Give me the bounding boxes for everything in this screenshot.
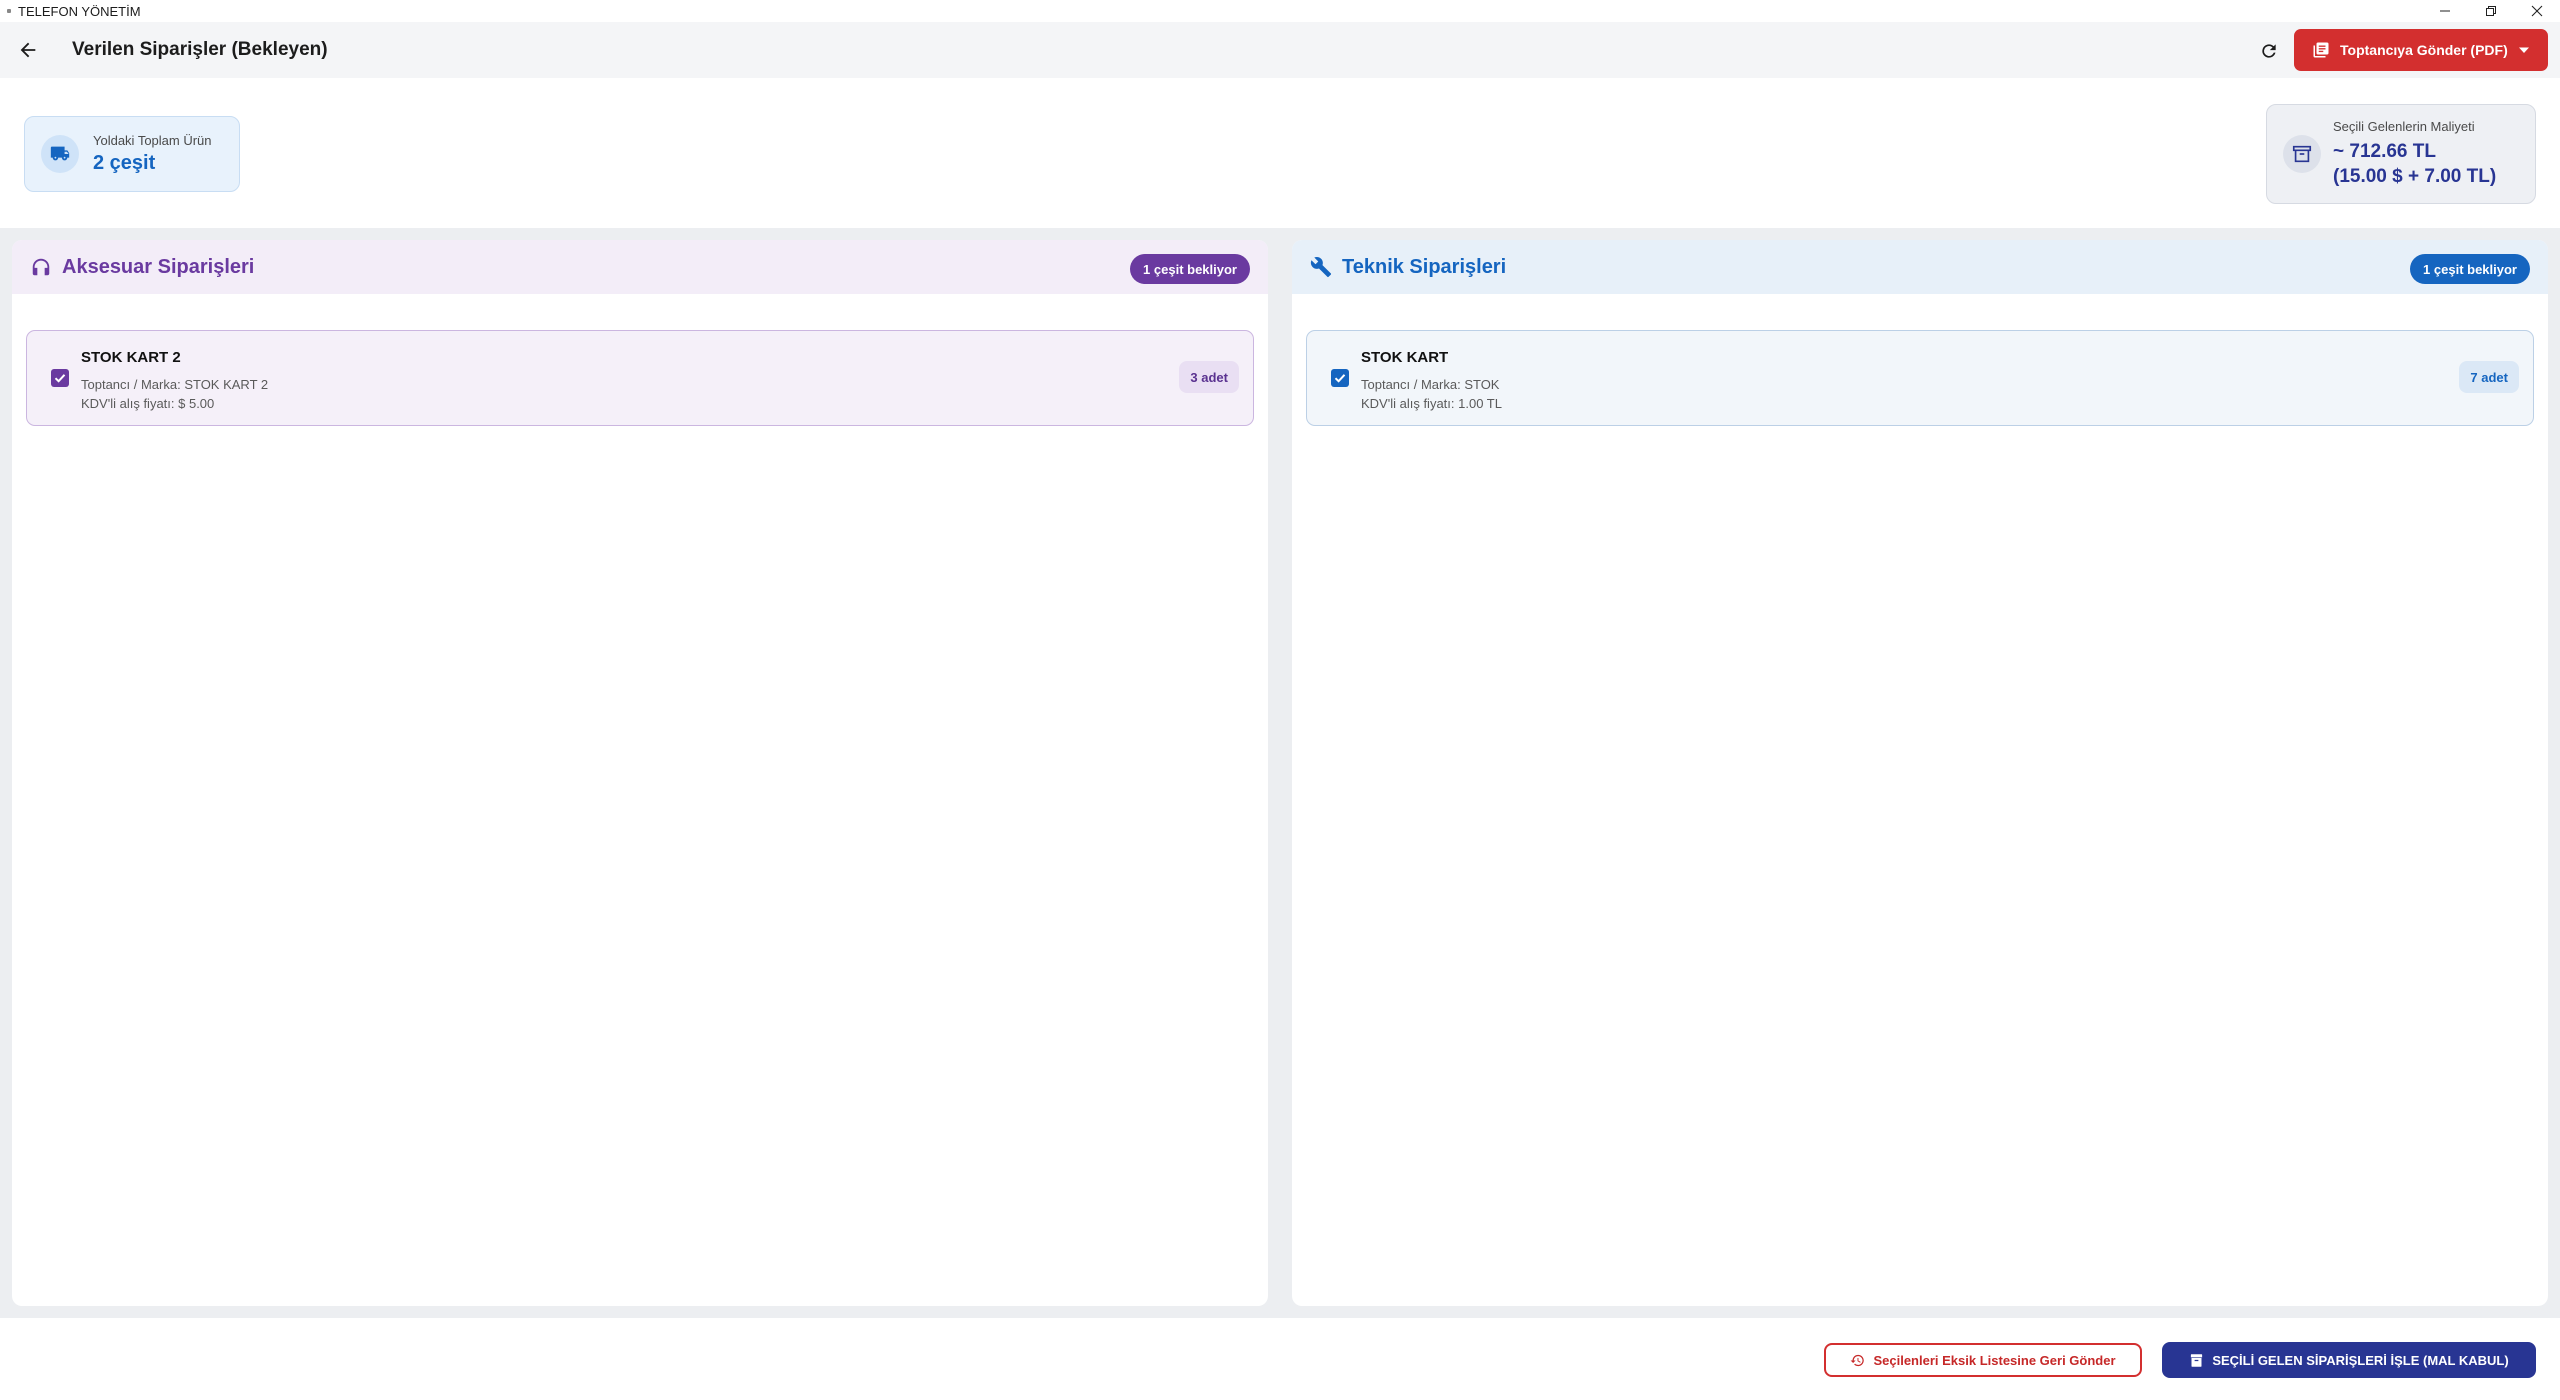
in-transit-card: Yoldaki Toplam Ürün 2 çeşit <box>24 116 240 192</box>
process-selected-orders-button[interactable]: SEÇİLİ GELEN SİPARİŞLERİ İŞLE (MAL KABUL… <box>2162 1342 2536 1378</box>
refresh-icon <box>2262 44 2276 58</box>
item-name: STOK KART 2 <box>81 349 181 366</box>
technical-panel-title: Teknik Siparişleri <box>1342 255 1507 278</box>
return-button-label: Seçilenleri Eksik Listesine Geri Gönder <box>1873 1352 2116 1368</box>
list-item[interactable]: STOK KART 2 Toptancı / Marka: STOK KART … <box>26 330 1254 426</box>
pdf-icon <box>2313 42 2329 58</box>
item-name: STOK KART <box>1361 349 1449 366</box>
in-transit-label: Yoldaki Toplam Ürün <box>93 133 212 148</box>
restore-icon <box>2486 6 2496 16</box>
window-controls <box>2422 0 2560 22</box>
list-item[interactable]: STOK KART Toptancı / Marka: STOK KDV'li … <box>1306 330 2534 426</box>
item-checkbox[interactable] <box>51 369 69 387</box>
wrench-icon <box>1310 257 1332 278</box>
archive-icon <box>2283 135 2321 173</box>
orders-main: Aksesuar Siparişleri 1 çeşit bekliyor ST… <box>0 228 2560 1318</box>
minimize-icon <box>2440 10 2450 12</box>
item-quantity-badge: 3 adet <box>1179 361 1239 393</box>
headphones-icon <box>32 258 50 276</box>
history-icon <box>1851 1354 1865 1366</box>
close-icon <box>2531 5 2543 17</box>
window-titlebar: TELEFON YÖNETİM <box>0 0 2560 22</box>
technical-panel-header: Teknik Siparişleri 1 çeşit bekliyor <box>1292 240 2548 294</box>
send-button-label: Toptancıya Gönder (PDF) <box>2340 42 2508 58</box>
cost-value-breakdown: (15.00 $ + 7.00 TL) <box>2333 166 2497 187</box>
accessory-pending-badge: 1 çeşit bekliyor <box>1130 254 1250 284</box>
arrow-left-icon <box>20 42 36 58</box>
return-to-missing-list-button[interactable]: Seçilenleri Eksik Listesine Geri Gönder <box>1824 1343 2142 1377</box>
cost-value-total: ~ 712.66 TL <box>2333 141 2436 162</box>
item-checkbox[interactable] <box>1331 369 1349 387</box>
back-button[interactable] <box>0 22 56 78</box>
accessory-panel-header: Aksesuar Siparişleri 1 çeşit bekliyor <box>12 240 1268 294</box>
send-to-wholesaler-button[interactable]: Toptancıya Gönder (PDF) <box>2294 29 2548 71</box>
action-footer: Seçilenleri Eksik Listesine Geri Gönder … <box>0 1318 2560 1400</box>
window-title: TELEFON YÖNETİM <box>18 3 141 19</box>
truck-icon <box>41 135 79 173</box>
technical-pending-badge: 1 çeşit bekliyor <box>2410 254 2530 284</box>
minimize-button[interactable] <box>2422 0 2468 22</box>
item-supplier: Toptancı / Marka: STOK <box>1361 377 1500 392</box>
technical-orders-panel: Teknik Siparişleri 1 çeşit bekliyor STOK… <box>1292 240 2548 1306</box>
inventory-icon <box>2191 1353 2203 1367</box>
item-supplier: Toptancı / Marka: STOK KART 2 <box>81 377 269 392</box>
restore-button[interactable] <box>2468 0 2514 22</box>
cost-label: Seçili Gelenlerin Maliyeti <box>2333 119 2475 134</box>
accessory-panel-title: Aksesuar Siparişleri <box>62 255 255 278</box>
chevron-down-icon <box>2518 47 2529 53</box>
close-button[interactable] <box>2514 0 2560 22</box>
item-quantity-badge: 7 adet <box>2459 361 2519 393</box>
refresh-button[interactable] <box>2254 36 2284 66</box>
item-price: KDV'li alış fiyatı: 1.00 TL <box>1361 396 1502 411</box>
app-icon <box>7 9 11 13</box>
app-bar: Verilen Siparişler (Bekleyen) Toptancıya… <box>0 22 2560 78</box>
selected-cost-card: Seçili Gelenlerin Maliyeti ~ 712.66 TL (… <box>2266 104 2536 204</box>
check-icon <box>1334 374 1346 383</box>
process-button-label: SEÇİLİ GELEN SİPARİŞLERİ İŞLE (MAL KABUL… <box>2212 1352 2509 1368</box>
page-title: Verilen Siparişler (Bekleyen) <box>72 39 328 60</box>
check-icon <box>54 374 66 383</box>
accessory-orders-panel: Aksesuar Siparişleri 1 çeşit bekliyor ST… <box>12 240 1268 1306</box>
item-price: KDV'li alış fiyatı: $ 5.00 <box>81 396 215 411</box>
summary-section: Yoldaki Toplam Ürün 2 çeşit Seçili Gelen… <box>0 78 2560 228</box>
in-transit-value: 2 çeşit <box>93 152 156 174</box>
